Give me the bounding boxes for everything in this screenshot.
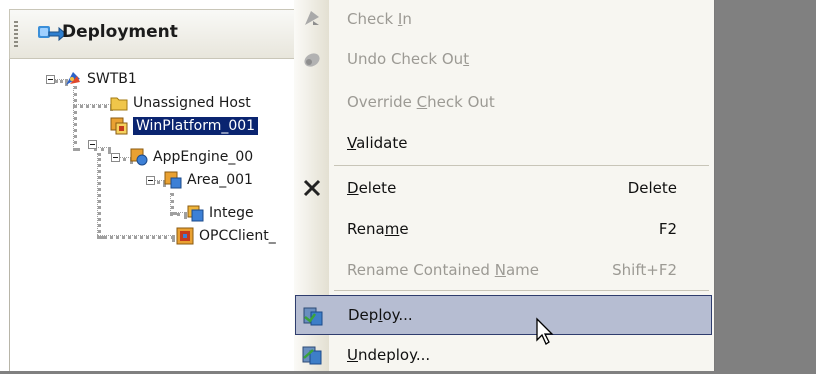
galaxy-icon [66,72,80,85]
appengine-icon [130,148,148,166]
menu-item-deploy[interactable]: Deploy... [295,295,712,335]
tree-expander-swtb1[interactable] [46,75,55,84]
opcclient-icon [176,227,194,245]
mouse-cursor-icon [536,317,554,345]
deployment-panel: Deployment SWTB1 Unassigned Host WinPlat… [0,0,309,371]
shortcut-label: Delete [627,179,677,197]
menu-item-rename-contained-name[interactable]: Rename Contained Name Shift+F2 [294,251,715,289]
tree-node-label: Unassigned Host [133,95,251,111]
tree-node-opcclient[interactable]: OPCClient_ [176,226,276,246]
menu-item-undo-check-out[interactable]: Undo Check Out [294,40,715,78]
tree-line [97,235,175,239]
deploy-icon [303,307,323,326]
undeploy-icon [302,346,322,365]
tree-node-label: SWTB1 [87,71,137,87]
tree-line [73,104,113,108]
tree-expander-area[interactable] [146,176,155,185]
menu-separator [334,290,709,291]
tree-node-label: OPCClient_ [199,228,276,244]
delete-icon [303,179,321,197]
object-icon [187,205,204,222]
tree-node-winplatform[interactable]: WinPlatform_001 [110,116,259,136]
tree-node-label: Intege [209,205,254,221]
shortcut-label: F2 [658,220,677,238]
menu-separator [334,165,709,166]
tree-node-appengine[interactable]: AppEngine_00 [130,147,253,167]
platform-icon [110,117,128,135]
panel-title: Deployment [62,22,178,42]
undo-check-out-icon [304,53,320,67]
tree-line [97,153,101,239]
folder-icon [110,97,128,111]
context-menu: Check In Undo Check Out Override Check O… [294,0,715,371]
check-in-icon [305,11,319,25]
tree-expander-winplatform[interactable] [88,140,97,149]
tree-node-unassigned-host[interactable]: Unassigned Host [110,93,251,113]
tree-node-integer[interactable]: Intege [186,203,254,223]
tree-expander-appengine[interactable] [111,153,120,162]
menu-item-override-check-out[interactable]: Override Check Out [294,83,715,121]
shortcut-label: Shift+F2 [612,261,677,279]
menu-item-delete[interactable]: Delete Delete [294,169,715,207]
panel-border [9,59,10,371]
menu-item-rename[interactable]: Rename F2 [294,210,715,248]
tree-node-label: WinPlatform_001 [133,117,259,135]
tree-node-area[interactable]: Area_001 [164,170,253,190]
tree-line [73,86,77,151]
grip-handle[interactable] [14,21,18,49]
tree-node-label: AppEngine_00 [153,149,254,165]
menu-item-validate[interactable]: Validate [294,124,715,162]
tree-node-label: Area_001 [187,172,253,188]
menu-item-check-in[interactable]: Check In [294,0,715,38]
tree-node-swtb1[interactable]: SWTB1 [64,69,137,89]
tree-line [170,212,187,216]
area-icon [164,171,182,189]
menu-item-undeploy[interactable]: Undeploy... [294,336,715,374]
